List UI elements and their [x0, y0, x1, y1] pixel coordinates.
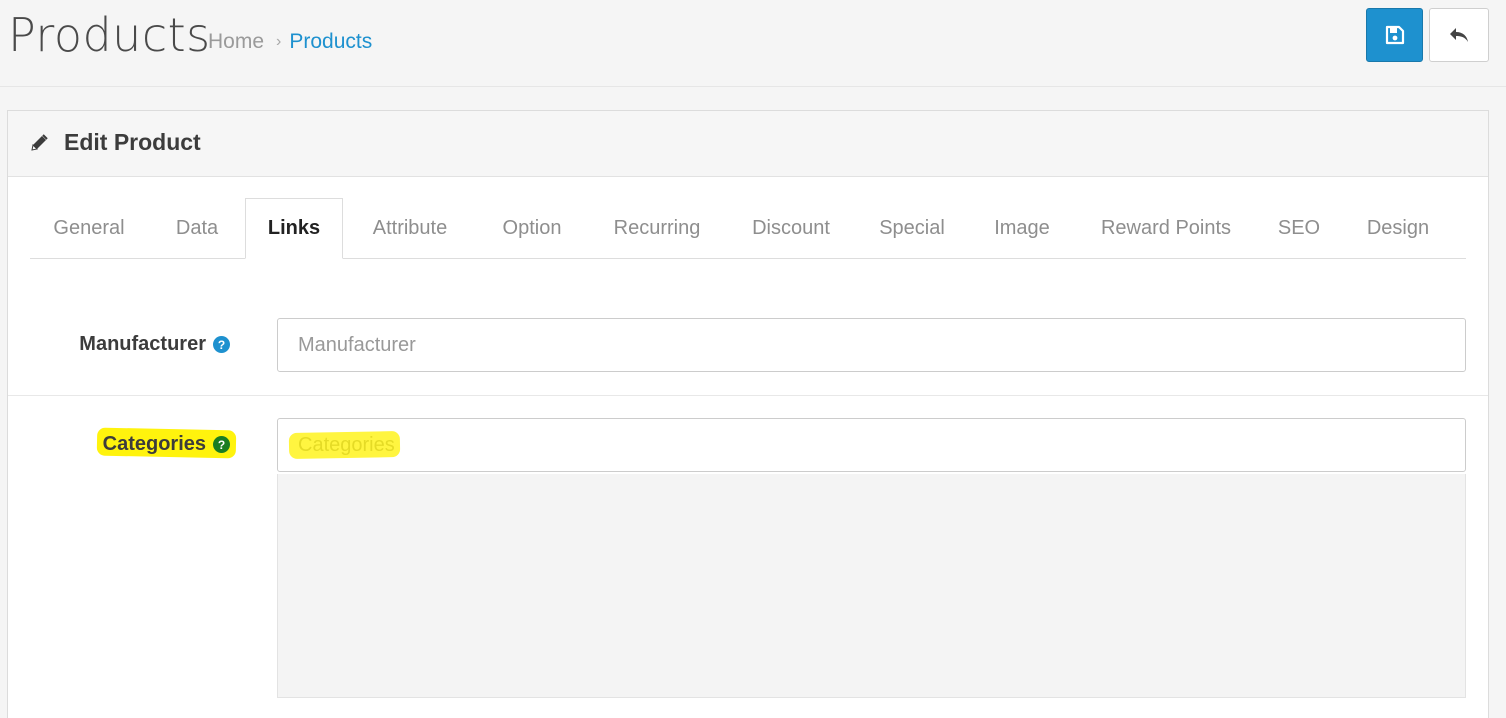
page-header: Products Home › Products [0, 0, 1506, 87]
categories-list [277, 474, 1466, 698]
tab-general[interactable]: General [30, 198, 148, 259]
manufacturer-input[interactable] [277, 318, 1466, 372]
tab-links[interactable]: Links [245, 198, 343, 259]
tab-discount[interactable]: Discount [727, 198, 855, 259]
edit-product-panel: Edit Product General Data Links Attribut… [7, 110, 1489, 718]
tab-image[interactable]: Image [969, 198, 1075, 259]
help-icon[interactable]: ? [213, 336, 230, 353]
pencil-icon [31, 134, 48, 151]
tab-data[interactable]: Data [150, 198, 244, 259]
help-icon[interactable]: ? [213, 436, 230, 453]
tab-recurring[interactable]: Recurring [589, 198, 725, 259]
tab-special[interactable]: Special [857, 198, 967, 259]
highlight-mark [288, 431, 401, 459]
page-title: Products [8, 8, 211, 62]
product-tabs: General Data Links Attribute Option Recu… [30, 198, 1466, 259]
tab-reward-points[interactable]: Reward Points [1077, 198, 1255, 259]
panel-title: Edit Product [64, 129, 201, 155]
categories-input[interactable] [277, 418, 1466, 472]
categories-label: Categories ? [103, 433, 230, 456]
categories-label-text: Categories [102, 433, 206, 455]
manufacturer-label-text: Manufacturer [79, 333, 206, 355]
breadcrumb: Home › Products [208, 30, 372, 54]
tab-seo[interactable]: SEO [1257, 198, 1341, 259]
form-divider [8, 395, 1488, 396]
back-button[interactable] [1429, 8, 1489, 62]
breadcrumb-home-link[interactable]: Home [208, 30, 264, 54]
panel-heading: Edit Product [8, 111, 1488, 177]
save-button[interactable] [1366, 8, 1423, 62]
reply-arrow-icon [1450, 28, 1468, 42]
tab-option[interactable]: Option [477, 198, 587, 259]
manufacturer-label: Manufacturer ? [79, 333, 230, 356]
floppy-disk-icon [1385, 25, 1404, 45]
breadcrumb-separator: › [276, 33, 282, 50]
tab-design[interactable]: Design [1343, 198, 1453, 259]
breadcrumb-products-link[interactable]: Products [289, 30, 372, 54]
tab-attribute[interactable]: Attribute [345, 198, 475, 259]
